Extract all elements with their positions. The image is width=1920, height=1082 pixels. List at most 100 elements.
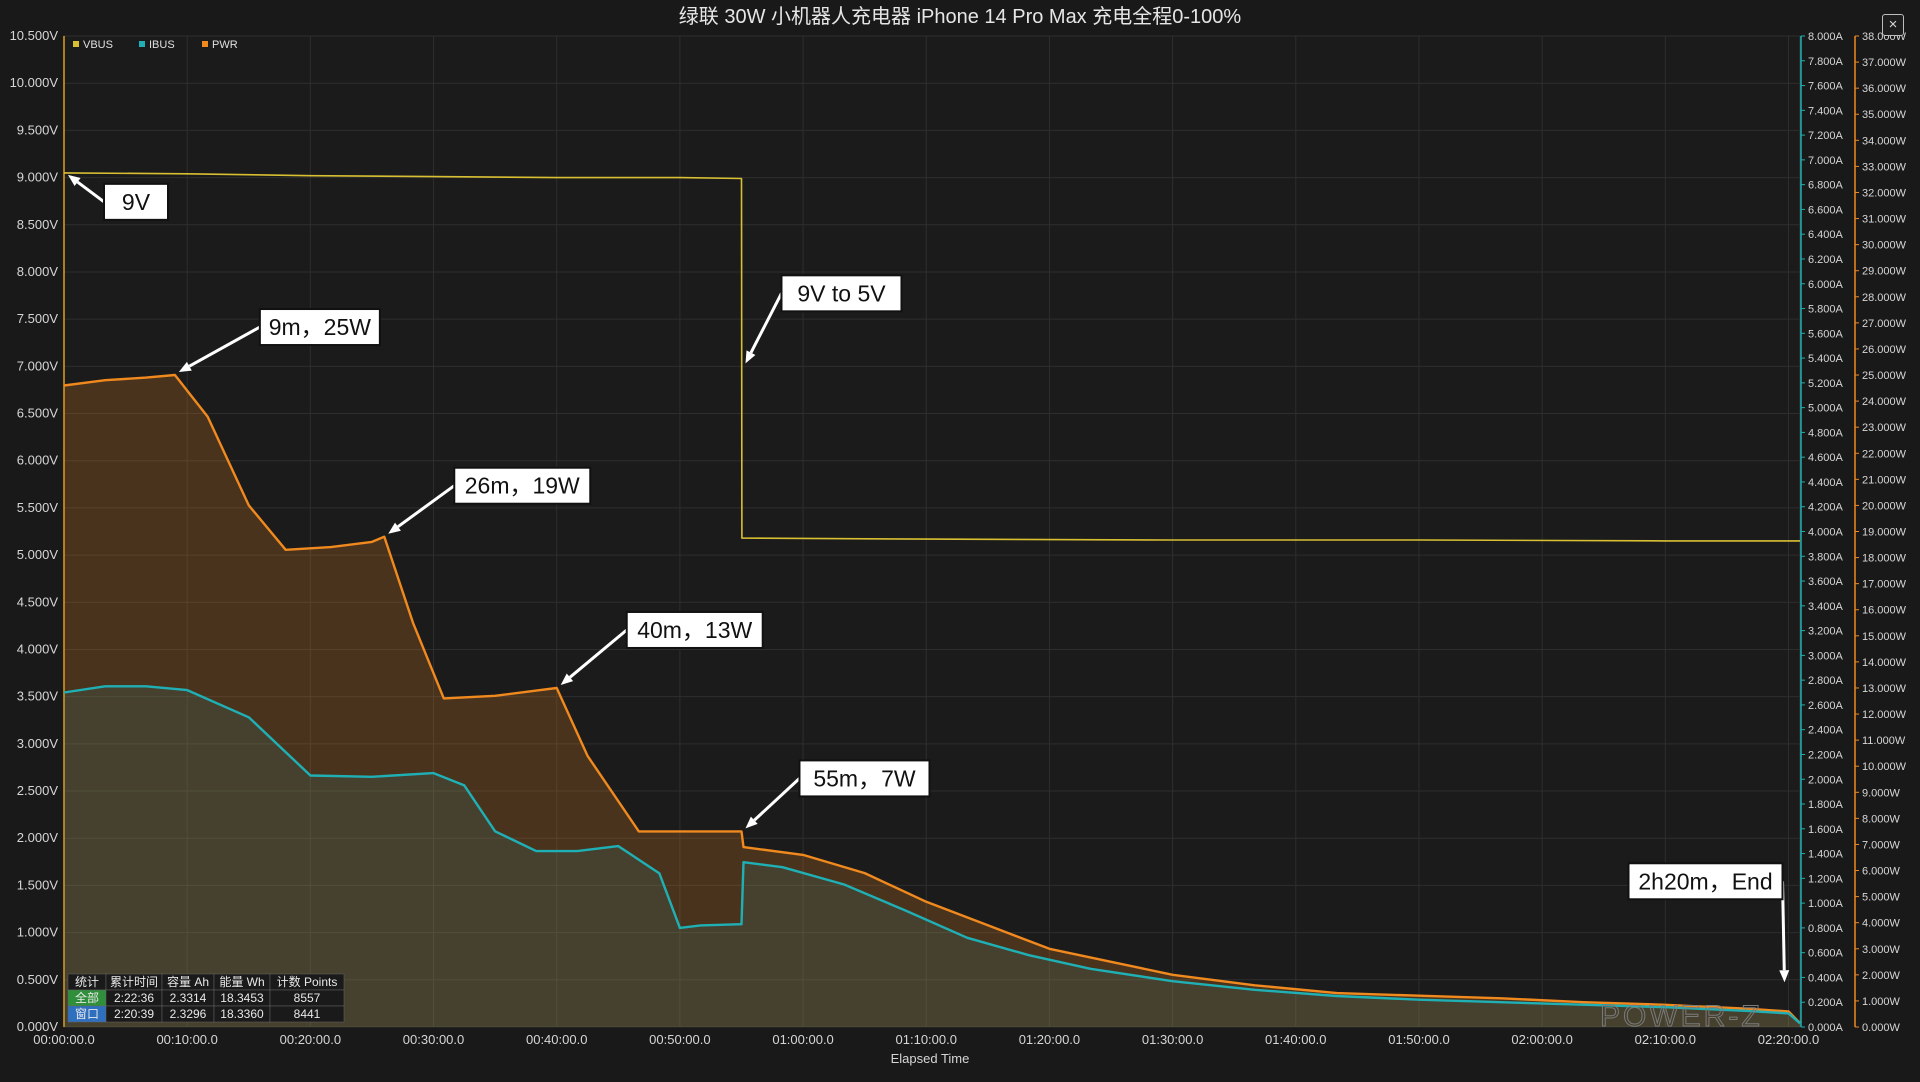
power-tick-label: 14.000W [1862, 657, 1907, 669]
stats-header-label: 累计时间 [110, 975, 158, 989]
power-tick-label: 15.000W [1862, 631, 1907, 643]
current-tick-label: 7.200A [1808, 130, 1844, 142]
annotation-label: 40m，13W [637, 617, 752, 643]
power-tick-label: 32.000W [1862, 187, 1907, 199]
power-tick-label: 34.000W [1862, 135, 1907, 147]
current-tick-label: 7.000A [1808, 155, 1844, 167]
stats-cell-value: 2:20:39 [114, 1007, 154, 1021]
voltage-tick-label: 7.500V [17, 311, 59, 326]
power-tick-label: 0.000W [1862, 1022, 1901, 1034]
time-tick-label: 02:10:00.0 [1635, 1032, 1696, 1047]
legend-swatch-ibus [139, 41, 145, 47]
stats-header-label: 容量 Ah [167, 974, 209, 989]
chart-title: 绿联 30W 小机器人充电器 iPhone 14 Pro Max 充电全程0-1… [679, 5, 1242, 28]
voltage-tick-label: 8.500V [17, 217, 59, 232]
annotation-label: 26m，19W [465, 473, 580, 499]
current-tick-label: 3.800A [1808, 551, 1844, 563]
power-tick-label: 13.000W [1862, 683, 1907, 695]
current-tick-label: 0.400A [1808, 972, 1844, 984]
stats-cell-value: 窗口 [75, 1007, 99, 1021]
current-tick-label: 5.800A [1808, 304, 1844, 316]
time-tick-label: 00:10:00.0 [156, 1032, 217, 1047]
current-tick-label: 0.800A [1808, 923, 1844, 935]
current-tick-label: 4.600A [1808, 452, 1844, 464]
current-tick-label: 5.400A [1808, 353, 1844, 365]
legend-swatch-pwr [202, 41, 208, 47]
stats-cell-value: 2:22:36 [114, 991, 154, 1005]
current-tick-label: 8.000A [1808, 31, 1844, 43]
power-tick-label: 1.000W [1862, 996, 1901, 1008]
annotation-label: 55m，7W [813, 765, 916, 791]
voltage-tick-label: 0.500V [17, 972, 59, 987]
time-axis: 00:00:00.0 00:10:00.0 00:20:00.0 00:30:00.0… [33, 1032, 1819, 1047]
time-tick-label: 01:30:00.0 [1142, 1032, 1203, 1047]
power-tick-label: 16.000W [1862, 605, 1907, 617]
stats-cell-value: 2.3296 [170, 1007, 207, 1021]
watermark: POWER-Z [1600, 1000, 1763, 1033]
time-tick-label: 00:40:00.0 [526, 1032, 587, 1047]
power-tick-label: 24.000W [1862, 396, 1907, 408]
charging-chart: 绿联 30W 小机器人充电器 iPhone 14 Pro Max 充电全程0-1… [0, 0, 1920, 1082]
power-tick-label: 29.000W [1862, 266, 1907, 278]
voltage-tick-label: 3.000V [17, 736, 59, 751]
legend-swatch-vbus [73, 41, 79, 47]
power-tick-label: 25.000W [1862, 370, 1907, 382]
voltage-tick-label: 10.500V [10, 28, 59, 43]
power-tick-label: 30.000W [1862, 240, 1907, 252]
power-tick-label: 27.000W [1862, 318, 1907, 330]
power-tick-label: 2.000W [1862, 970, 1901, 982]
voltage-tick-label: 6.500V [17, 406, 59, 421]
stats-header-label: 统计 [75, 975, 99, 989]
voltage-tick-label: 6.000V [17, 453, 59, 468]
power-tick-label: 10.000W [1862, 761, 1907, 773]
time-tick-label: 02:00:00.0 [1511, 1032, 1572, 1047]
power-tick-label: 28.000W [1862, 292, 1907, 304]
current-tick-label: 2.400A [1808, 725, 1844, 737]
current-tick-label: 6.200A [1808, 254, 1844, 266]
power-tick-label: 20.000W [1862, 500, 1907, 512]
annotation-label: 9m，25W [269, 314, 372, 340]
time-tick-label: 02:20:00.0 [1758, 1032, 1819, 1047]
voltage-tick-label: 9.500V [17, 122, 59, 137]
stats-cell-value: 全部 [75, 990, 99, 1005]
stats-header-label: 计数 Points [277, 974, 338, 989]
time-tick-label: 01:10:00.0 [896, 1032, 957, 1047]
legend-label-pwr: PWR [212, 39, 238, 51]
current-tick-label: 1.000A [1808, 898, 1844, 910]
x-axis-label: Elapsed Time [891, 1051, 970, 1066]
power-tick-label: 21.000W [1862, 474, 1907, 486]
current-tick-label: 4.000A [1808, 527, 1844, 539]
stats-cell-value: 8441 [294, 1007, 321, 1021]
close-button[interactable]: × [1882, 14, 1904, 36]
power-tick-label: 5.000W [1862, 892, 1901, 904]
stats-cell-value: 18.3453 [220, 991, 264, 1005]
voltage-tick-label: 8.000V [17, 264, 59, 279]
time-tick-label: 01:00:00.0 [772, 1032, 833, 1047]
time-tick-label: 00:20:00.0 [280, 1032, 341, 1047]
current-tick-label: 2.600A [1808, 700, 1844, 712]
current-tick-label: 1.600A [1808, 824, 1844, 836]
power-tick-label: 12.000W [1862, 709, 1907, 721]
current-tick-label: 3.000A [1808, 650, 1844, 662]
current-tick-label: 3.600A [1808, 576, 1844, 588]
voltage-tick-label: 1.500V [17, 877, 59, 892]
stats-cell-value: 8557 [294, 991, 321, 1005]
current-tick-label: 6.400A [1808, 229, 1844, 241]
current-tick-label: 6.000A [1808, 279, 1844, 291]
power-tick-label: 7.000W [1862, 839, 1901, 851]
time-tick-label: 01:50:00.0 [1388, 1032, 1449, 1047]
power-tick-label: 11.000W [1862, 735, 1906, 747]
current-tick-label: 5.000A [1808, 403, 1844, 415]
voltage-tick-label: 5.000V [17, 547, 59, 562]
time-tick-label: 01:20:00.0 [1019, 1032, 1080, 1047]
current-tick-label: 2.000A [1808, 774, 1844, 786]
current-tick-label: 4.200A [1808, 502, 1844, 514]
legend-label-vbus: VBUS [83, 39, 113, 51]
time-tick-label: 00:00:00.0 [33, 1032, 94, 1047]
time-tick-label: 00:50:00.0 [649, 1032, 710, 1047]
power-tick-label: 22.000W [1862, 448, 1907, 460]
current-tick-label: 6.600A [1808, 204, 1844, 216]
power-tick-label: 35.000W [1862, 109, 1907, 121]
voltage-tick-label: 9.000V [17, 170, 59, 185]
power-tick-label: 6.000W [1862, 866, 1901, 878]
